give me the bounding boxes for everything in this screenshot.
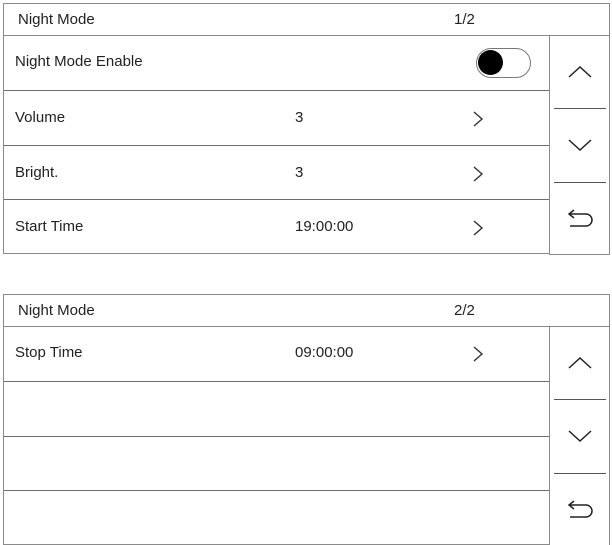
toggle-knob — [478, 50, 503, 75]
start-time-row[interactable]: Start Time 19:00:00 — [4, 199, 550, 254]
stop-time-row[interactable]: Stop Time 09:00:00 — [4, 326, 550, 381]
night-mode-screen-page-2: Night Mode 2/2 Stop Time 09:00:00 — [3, 294, 610, 545]
row-value: 3 — [295, 163, 304, 181]
night-mode-toggle[interactable] — [476, 48, 531, 78]
row-label: Stop Time — [15, 344, 83, 361]
page-indicator: 1/2 — [454, 11, 475, 28]
empty-row — [4, 380, 550, 436]
chevron-down-icon — [567, 430, 592, 443]
empty-row — [4, 435, 550, 491]
empty-row — [4, 490, 550, 545]
scroll-down-button[interactable] — [550, 399, 609, 473]
chevron-up-icon — [567, 356, 592, 369]
scroll-up-button[interactable] — [550, 36, 609, 108]
chevron-right-icon — [473, 165, 484, 182]
row-value: 09:00:00 — [295, 344, 354, 361]
chevron-down-icon — [567, 139, 592, 152]
back-button[interactable] — [550, 473, 609, 545]
row-value: 3 — [295, 108, 304, 126]
scroll-up-button[interactable] — [550, 327, 609, 399]
row-label: Start Time — [15, 218, 84, 236]
chevron-right-icon — [473, 220, 484, 236]
night-mode-enable-row[interactable]: Night Mode Enable — [4, 35, 550, 90]
volume-row[interactable]: Volume 3 — [4, 89, 550, 145]
row-label: Night Mode Enable — [15, 53, 143, 70]
settings-list: Night Mode Enable Volume 3 Bright. 3 Sta… — [3, 35, 550, 254]
side-navigation — [549, 326, 610, 545]
row-label: Bright. — [15, 163, 59, 181]
settings-list: Stop Time 09:00:00 — [3, 326, 550, 545]
row-label: Volume — [15, 108, 66, 126]
side-navigation — [549, 35, 610, 255]
back-button[interactable] — [550, 182, 609, 254]
page-title: Night Mode — [18, 11, 95, 28]
page-title: Night Mode — [18, 302, 95, 319]
page-indicator: 2/2 — [454, 302, 475, 319]
brightness-row[interactable]: Bright. 3 — [4, 144, 550, 200]
return-icon — [567, 209, 593, 227]
chevron-up-icon — [567, 65, 592, 78]
header-bar: Night Mode 2/2 — [3, 294, 610, 327]
header-bar: Night Mode 1/2 — [3, 3, 610, 36]
row-value: 19:00:00 — [295, 218, 354, 236]
chevron-right-icon — [473, 346, 484, 362]
return-icon — [567, 500, 593, 518]
chevron-right-icon — [473, 111, 484, 127]
night-mode-screen-page-1: Night Mode 1/2 Night Mode Enable Volume … — [3, 3, 610, 255]
scroll-down-button[interactable] — [550, 108, 609, 182]
